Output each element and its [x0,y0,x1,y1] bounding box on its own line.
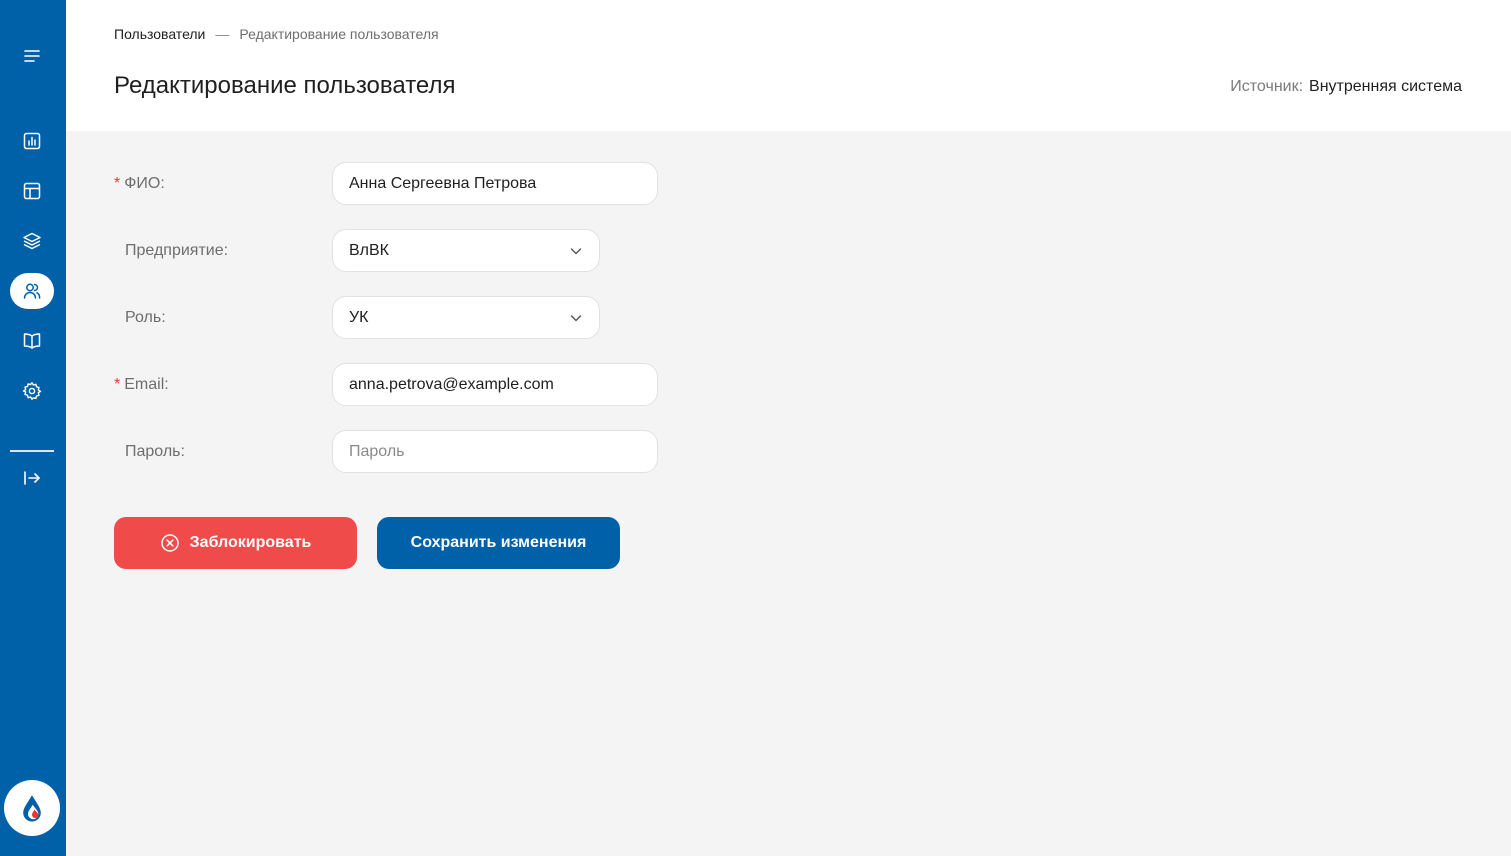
block-user-label: Заблокировать [189,534,312,551]
book-icon [23,333,41,349]
sidebar-item-settings[interactable] [10,373,54,409]
password-label: Пароль: [125,443,185,460]
drop-logo-icon [23,795,41,822]
source-value: Внутренняя система [1309,78,1462,95]
company-label: Предприятие: [125,242,229,259]
sidebar-item-users[interactable] [10,273,54,309]
fio-label: * ФИО: [114,175,165,192]
company-select[interactable]: ВлВК [332,229,600,272]
sidebar-item-layers[interactable] [10,223,54,259]
role-select[interactable]: УК [332,296,600,339]
block-user-button[interactable]: Заблокировать [114,517,357,569]
required-mark: * [114,376,121,393]
role-label: Роль: [125,309,166,326]
sidebar-item-docs[interactable] [10,323,54,359]
breadcrumb-current: Редактирование пользователя [239,26,439,42]
breadcrumb: Пользователи — Редактирование пользовате… [114,26,439,42]
page-title: Редактирование пользователя [114,72,456,99]
chart-icon [23,132,41,150]
layout-icon [23,182,41,200]
close-circle-icon [160,534,179,552]
company-select-value: ВлВК [349,241,389,259]
fio-input[interactable] [349,174,641,193]
menu-icon [24,50,40,62]
save-changes-label: Сохранить изменения [410,534,587,551]
source-info: Источник: Внутренняя система [1230,78,1462,96]
breadcrumb-separator: — [215,26,230,42]
app-logo [4,780,60,836]
sidebar-item-dashboard[interactable] [10,123,54,159]
sidebar-divider [10,450,54,452]
menu-toggle-button[interactable] [10,38,54,74]
page-header: Пользователи — Редактирование пользовате… [66,0,1511,131]
users-icon [23,283,41,299]
password-input[interactable] [349,442,641,461]
fio-field-wrapper [332,162,658,205]
logout-button[interactable] [10,460,54,496]
layers-icon [23,232,41,250]
breadcrumb-users-link[interactable]: Пользователи [114,26,205,42]
email-label: * Email: [114,376,169,393]
password-field-wrapper [332,430,658,473]
sidebar [0,0,66,856]
email-input[interactable] [349,375,641,394]
logout-icon [24,471,40,485]
chevron-down-icon [570,247,582,254]
save-changes-button[interactable]: Сохранить изменения [377,517,620,569]
source-label: Источник: [1230,78,1304,95]
chevron-down-icon [570,314,582,321]
sidebar-item-layout[interactable] [10,173,54,209]
email-field-wrapper [332,363,658,406]
required-mark: * [114,175,121,192]
settings-icon [22,382,42,400]
role-select-value: УК [349,308,369,326]
